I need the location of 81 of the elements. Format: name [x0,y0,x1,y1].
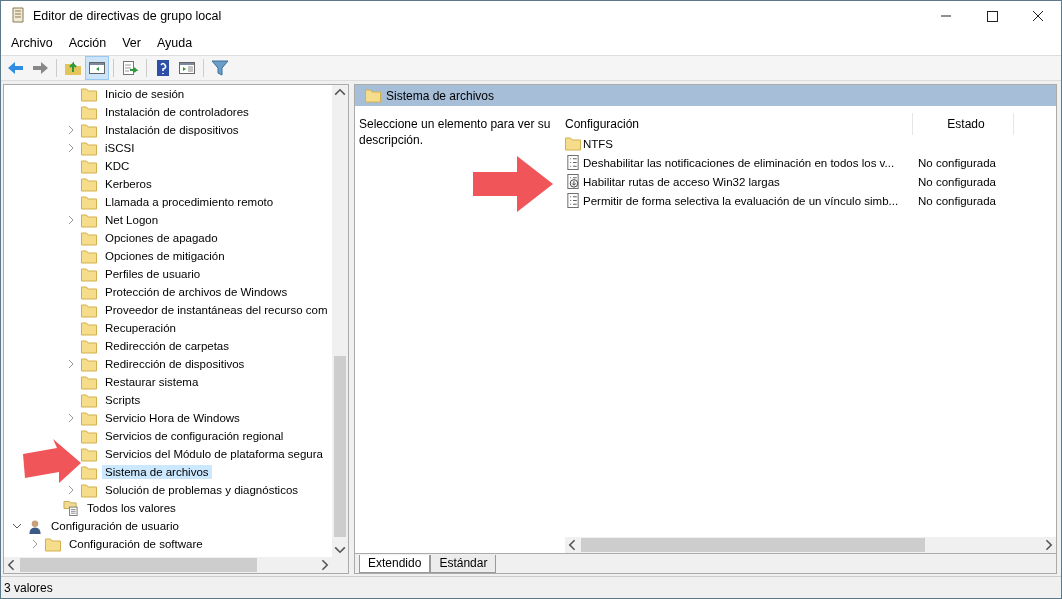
tree-item[interactable]: Todos los valores [84,501,179,515]
pane-toggle-icon[interactable] [86,57,108,79]
horizontal-scrollbar[interactable] [565,537,1056,553]
tree-item[interactable]: Servicios del Módulo de plataforma segura [102,447,326,461]
menu-item[interactable]: Ver [116,34,147,52]
folder-icon [81,356,97,372]
tree-item[interactable]: Instalación de controladores [102,105,252,119]
folder-icon [81,446,97,462]
tree-item[interactable]: Opciones de mitigación [102,249,228,263]
folder-icon [81,266,97,282]
folder-icon [81,230,97,246]
folder-icon [81,122,97,138]
folder-icon [81,104,97,120]
column-header[interactable]: Estado [913,113,1014,135]
tree-item[interactable]: Scripts [102,393,144,407]
tree-item[interactable]: Solución de problemas y diagnósticos [102,483,302,497]
folder-icon [81,428,97,444]
tree-item[interactable]: iSCSI [102,141,138,155]
tree-item[interactable]: Sistema de archivos [102,465,212,479]
tree-item[interactable]: Instalación de dispositivos [102,123,242,137]
policy-icon [565,155,581,170]
user-icon [27,518,43,534]
tree-item[interactable]: Perfiles de usuario [102,267,204,281]
tree-item[interactable]: Kerberos [102,177,155,191]
view-tab[interactable]: Estándar [430,555,497,573]
folder-icon [81,212,97,228]
folder-icon [81,392,97,408]
setting-state: No configurada [917,156,997,169]
folder-icon [565,136,581,151]
status-text: 3 valores [4,580,53,595]
folder-icon [81,464,97,480]
tree-item[interactable]: KDC [102,159,133,173]
tree-item[interactable]: Redirección de dispositivos [102,357,248,371]
app-icon [10,7,26,25]
window-title: Editor de directivas de grupo local [33,9,222,23]
tree-item[interactable]: Restaurar sistema [102,375,202,389]
folder-icon [81,338,97,354]
settings-list-icon [63,500,79,516]
folder-icon [45,536,61,552]
policy-icon [565,193,581,208]
tree-item[interactable]: Configuración de software [66,537,206,551]
setting-name[interactable]: Habilitar rutas de acceso Win32 largas [583,175,780,188]
setting-state: No configurada [917,194,997,207]
folder-icon [81,302,97,318]
view-tab[interactable]: Extendido [359,555,431,573]
column-header[interactable]: Configuración [559,113,913,135]
tree-item[interactable]: Configuración de usuario [48,519,182,533]
folder-icon [81,176,97,192]
description-text: Seleccione un elemento para ver su descripción. [359,117,551,147]
tree-item[interactable]: Servicio Hora de Windows [102,411,243,425]
folder-icon [81,284,97,300]
tree-item[interactable]: Redirección de carpetas [102,339,232,353]
pointer-arrow [21,438,83,484]
folder-icon [81,86,97,102]
menu-item[interactable]: Acción [62,34,113,52]
menu-item[interactable]: Archivo [5,34,59,52]
tree-item[interactable]: Inicio de sesión [102,87,188,101]
folder-icon [81,194,97,210]
folder-icon [81,140,97,156]
folder-icon [81,374,97,390]
tree-item[interactable]: Protección de archivos de Windows [102,285,291,299]
setting-name[interactable]: Deshabilitar las notificaciones de eliminación en todos los v... [583,156,895,169]
tree-item[interactable]: Recuperación [102,321,179,335]
folder-icon [365,88,381,103]
setting-name[interactable]: Permitir de forma selectiva la evaluación de un vínculo simb... [583,194,899,207]
tree-item[interactable]: Opciones de apagado [102,231,221,245]
tree-item[interactable]: Llamada a procedimiento remoto [102,195,277,209]
folder-icon [81,482,97,498]
setting-state: No configurada [917,175,997,188]
vertical-scrollbar[interactable] [332,85,348,557]
menu-item[interactable]: Ayuda [151,34,199,52]
policy-download-icon [565,174,581,189]
folder-icon [81,248,97,264]
section-title: Sistema de archivos [386,88,495,103]
tree-item[interactable]: Proveedor de instantáneas del recurso com [102,303,331,317]
setting-name[interactable]: NTFS [583,137,614,150]
folder-icon [81,158,97,174]
tree-item[interactable]: Net Logon [102,213,162,227]
tree-item[interactable]: Servicios de configuración regional [102,429,287,443]
folder-icon [81,410,97,426]
folder-icon [81,320,97,336]
